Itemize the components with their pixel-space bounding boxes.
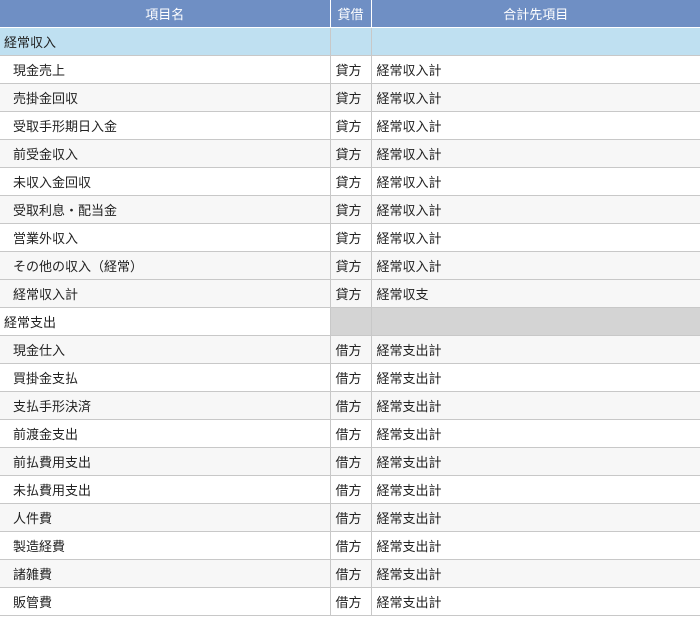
target-item-cell: 経常支出計 xyxy=(370,363,700,392)
target-item-cell: 経常収入計 xyxy=(370,111,700,140)
debit-credit-cell: 貸方 xyxy=(329,139,372,168)
table-row[interactable]: 受取利息・配当金 貸方 経常収入計 xyxy=(0,195,700,224)
item-name-cell: 未払費用支出 xyxy=(0,475,331,504)
section-label: 経常収入 xyxy=(0,27,331,56)
debit-credit-cell: 貸方 xyxy=(329,55,372,84)
table-row[interactable]: 売掛金回収 貸方 経常収入計 xyxy=(0,83,700,112)
target-item-cell: 経常支出計 xyxy=(370,559,700,588)
target-item-cell: 経常収入計 xyxy=(370,83,700,112)
table-row[interactable]: 諸雑費 借方 経常支出計 xyxy=(0,559,700,588)
table-row[interactable]: 未払費用支出 借方 経常支出計 xyxy=(0,475,700,504)
item-name-cell: 売掛金回収 xyxy=(0,83,331,112)
debit-credit-cell: 貸方 xyxy=(329,195,372,224)
total-row-income[interactable]: 経常収入計 貸方 経常収支 xyxy=(0,279,700,308)
target-item-cell: 経常収入計 xyxy=(370,195,700,224)
table-row[interactable]: 未収入金回収 貸方 経常収入計 xyxy=(0,167,700,196)
debit-credit-cell: 借方 xyxy=(329,419,372,448)
table-body: 経常収入 現金売上 貸方 経常収入計 売掛金回収 貸方 経常収入計 受取手形期日入金 貸方 経常… xyxy=(0,27,700,616)
item-name-cell: 受取利息・配当金 xyxy=(0,195,331,224)
table-row[interactable]: 前受金収入 貸方 経常収入計 xyxy=(0,139,700,168)
table-row[interactable]: 人件費 借方 経常支出計 xyxy=(0,503,700,532)
target-item-cell: 経常収入計 xyxy=(370,223,700,252)
item-name-cell: 人件費 xyxy=(0,503,331,532)
debit-credit-cell: 借方 xyxy=(329,503,372,532)
target-item-cell: 経常収入計 xyxy=(370,167,700,196)
table-header: 項目名 貸借 合計先項目 xyxy=(0,0,700,28)
table-row[interactable]: 販管費 借方 経常支出計 xyxy=(0,587,700,616)
section-row-expense[interactable]: 経常支出 xyxy=(0,307,700,336)
debit-credit-cell: 貸方 xyxy=(329,111,372,140)
section-row-income[interactable]: 経常収入 xyxy=(0,27,700,56)
item-name-cell: 諸雑費 xyxy=(0,559,331,588)
target-item-cell: 経常収入計 xyxy=(370,139,700,168)
item-name-cell: 買掛金支払 xyxy=(0,363,331,392)
debit-credit-cell: 借方 xyxy=(329,363,372,392)
debit-credit-cell: 借方 xyxy=(329,559,372,588)
debit-credit-cell: 貸方 xyxy=(329,167,372,196)
target-item-cell: 経常収支 xyxy=(370,279,700,308)
debit-credit-cell: 貸方 xyxy=(329,223,372,252)
item-name-cell: 受取手形期日入金 xyxy=(0,111,331,140)
debit-credit-cell: 貸方 xyxy=(329,251,372,280)
item-name-cell: 前受金収入 xyxy=(0,139,331,168)
section-dc-cell xyxy=(329,307,372,336)
debit-credit-cell: 借方 xyxy=(329,391,372,420)
table-row[interactable]: 前渡金支出 借方 経常支出計 xyxy=(0,419,700,448)
debit-credit-cell: 借方 xyxy=(329,335,372,364)
column-header-debit-credit[interactable]: 貸借 xyxy=(329,0,372,28)
column-header-item[interactable]: 項目名 xyxy=(0,0,331,28)
debit-credit-cell: 借方 xyxy=(329,531,372,560)
debit-credit-cell: 借方 xyxy=(329,475,372,504)
debit-credit-cell: 貸方 xyxy=(329,279,372,308)
item-name-cell: 経常収入計 xyxy=(0,279,331,308)
item-name-cell: 前払費用支出 xyxy=(0,447,331,476)
section-target-cell xyxy=(370,27,700,56)
target-item-cell: 経常収入計 xyxy=(370,55,700,84)
table-row[interactable]: 現金仕入 借方 経常支出計 xyxy=(0,335,700,364)
item-name-cell: 営業外収入 xyxy=(0,223,331,252)
target-item-cell: 経常支出計 xyxy=(370,531,700,560)
item-name-cell: その他の収入（経常） xyxy=(0,251,331,280)
debit-credit-cell: 借方 xyxy=(329,447,372,476)
table-row[interactable]: 現金売上 貸方 経常収入計 xyxy=(0,55,700,84)
target-item-cell: 経常収入計 xyxy=(370,251,700,280)
section-target-cell xyxy=(370,307,700,336)
target-item-cell: 経常支出計 xyxy=(370,335,700,364)
target-item-cell: 経常支出計 xyxy=(370,475,700,504)
table-row[interactable]: 営業外収入 貸方 経常収入計 xyxy=(0,223,700,252)
item-name-cell: 販管費 xyxy=(0,587,331,616)
item-name-cell: 製造経費 xyxy=(0,531,331,560)
account-mapping-table: 項目名 貸借 合計先項目 経常収入 現金売上 貸方 経常収入計 売掛金回収 貸方 経常収入… xyxy=(0,0,700,616)
item-name-cell: 前渡金支出 xyxy=(0,419,331,448)
table-row[interactable]: その他の収入（経常） 貸方 経常収入計 xyxy=(0,251,700,280)
target-item-cell: 経常支出計 xyxy=(370,587,700,616)
section-label: 経常支出 xyxy=(0,307,331,336)
table-row[interactable]: 買掛金支払 借方 経常支出計 xyxy=(0,363,700,392)
target-item-cell: 経常支出計 xyxy=(370,419,700,448)
target-item-cell: 経常支出計 xyxy=(370,391,700,420)
table-row[interactable]: 支払手形決済 借方 経常支出計 xyxy=(0,391,700,420)
table-row[interactable]: 受取手形期日入金 貸方 経常収入計 xyxy=(0,111,700,140)
section-dc-cell xyxy=(329,27,372,56)
item-name-cell: 現金仕入 xyxy=(0,335,331,364)
column-header-target[interactable]: 合計先項目 xyxy=(370,0,700,28)
debit-credit-cell: 借方 xyxy=(329,587,372,616)
debit-credit-cell: 貸方 xyxy=(329,83,372,112)
target-item-cell: 経常支出計 xyxy=(370,503,700,532)
item-name-cell: 未収入金回収 xyxy=(0,167,331,196)
table-row[interactable]: 製造経費 借方 経常支出計 xyxy=(0,531,700,560)
item-name-cell: 支払手形決済 xyxy=(0,391,331,420)
table-row[interactable]: 前払費用支出 借方 経常支出計 xyxy=(0,447,700,476)
item-name-cell: 現金売上 xyxy=(0,55,331,84)
target-item-cell: 経常支出計 xyxy=(370,447,700,476)
